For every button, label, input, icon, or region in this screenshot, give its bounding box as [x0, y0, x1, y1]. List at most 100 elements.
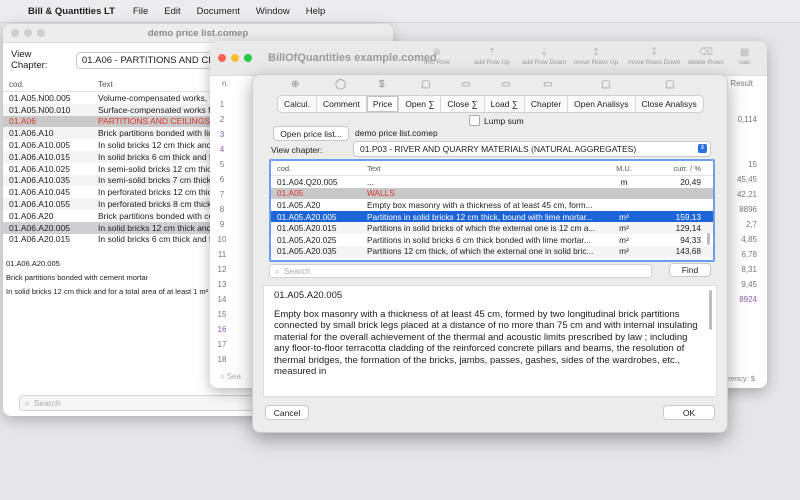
move-rows-down-label: move Rows Down	[628, 59, 681, 66]
row-text: Partitions in solid bricks 12 cm thick, …	[367, 211, 593, 222]
open-price-list-button[interactable]: Open price list...	[273, 126, 349, 141]
find-button[interactable]: Find	[669, 263, 711, 277]
row-code: 01.A05.A20	[277, 199, 321, 210]
zoom-window-button[interactable]	[244, 54, 252, 62]
menu-window[interactable]: Window	[256, 6, 290, 17]
row-number[interactable]: 11	[210, 247, 234, 262]
row-number[interactable]: 6	[210, 172, 234, 187]
row-code: 01.A06.A20.015	[9, 234, 70, 245]
column-code-header[interactable]: cod.	[3, 80, 94, 89]
tab-calcul[interactable]: Calcul.	[278, 96, 317, 112]
tab-close-analysis[interactable]: Close Analisys	[636, 96, 703, 112]
column-result-header: Result	[730, 79, 753, 88]
move-rows-up-button[interactable]: ↥ move Rows Up	[574, 47, 618, 66]
delete-rows-button[interactable]: ⌫ delete Rows	[688, 47, 724, 66]
bill-titlebar: BillOfQuantities example.comed ⊕ Info Row…	[210, 41, 767, 76]
menu-help[interactable]: Help	[306, 6, 326, 17]
load-sum-icon: ▭	[501, 79, 511, 90]
table-row[interactable]: 01.A05.A20.025 Partitions in solid bricks…	[271, 234, 713, 246]
info-row-button[interactable]: ⊕ Info Row	[424, 47, 450, 66]
row-number[interactable]: 15	[210, 307, 234, 322]
bill-search-placeholder: Sea	[226, 372, 241, 381]
row-code: 01.A05	[277, 188, 304, 199]
ok-button[interactable]: OK	[663, 405, 715, 420]
row-number[interactable]: 7	[210, 187, 234, 202]
row-price: 20,49	[680, 176, 701, 187]
add-row-up-icon: ⇡	[487, 47, 497, 58]
row-code: 01.A06.A20.005	[9, 222, 70, 233]
info-icon: ⊕	[432, 47, 442, 58]
row-number[interactable]: 3	[210, 127, 234, 142]
row-number[interactable]: 1	[210, 97, 234, 112]
minimize-window-button[interactable]	[231, 54, 239, 62]
menu-app-name[interactable]: Bill & Quantities LT	[28, 6, 115, 17]
row-text: Partitions 12 cm thick, of which the ext…	[367, 246, 594, 257]
cancel-button[interactable]: Cancel	[265, 405, 309, 420]
row-number[interactable]: 17	[210, 337, 234, 352]
row-number[interactable]: 10	[210, 232, 234, 247]
row-number[interactable]: 13	[210, 277, 234, 292]
trash-icon: ⌫	[698, 47, 713, 58]
table-row[interactable]: 01.A05.A20.015 Partitions in solid bricks…	[271, 222, 713, 234]
price-search-placeholder: Search	[283, 266, 311, 276]
table-row[interactable]: 01.A04.Q20.005... m 20,49	[271, 176, 713, 188]
tab-price[interactable]: Price	[366, 96, 400, 112]
row-number[interactable]: 12	[210, 262, 234, 277]
row-number[interactable]: 14	[210, 292, 234, 307]
column-text-header[interactable]: Text	[363, 164, 605, 173]
table-row[interactable]: 01.A05.A20.005 Partitions in solid bricks…	[271, 210, 713, 223]
close-window-button[interactable]	[218, 54, 226, 62]
view-chapter-popup[interactable]: 01.P03 - RIVER AND QUARRY MATERIALS (NAT…	[353, 141, 711, 157]
move-up-icon: ↥	[591, 47, 601, 58]
column-curr-header[interactable]: curr. / %	[643, 164, 705, 173]
row-text: ...	[367, 176, 374, 187]
tab-chapter[interactable]: Chapter	[525, 96, 569, 112]
row-numbers: 1 2 3 4 5 6 7 8 9 10 11 12 13 14 15 16 17 18	[210, 97, 234, 367]
tab-open-analysis[interactable]: Open Analisys	[568, 96, 636, 112]
price-description-box[interactable]: 01.A05.A20.005 Empty box masonry with a …	[263, 285, 717, 397]
description-scrollbar[interactable]	[709, 290, 712, 330]
tab-close-sum[interactable]: Close ∑	[441, 96, 485, 112]
menu-edit[interactable]: Edit	[164, 6, 180, 17]
row-number[interactable]: 18	[210, 352, 234, 367]
row-number[interactable]: 8	[210, 202, 234, 217]
row-price: 129,14	[675, 223, 701, 234]
description-code: 01.A05.A20.005	[274, 290, 343, 301]
price-table[interactable]: cod. Text M.U. curr. / % 01.A04.Q20.005.…	[269, 159, 715, 262]
row-number[interactable]: 2	[210, 112, 234, 127]
row-code: 01.A05.A20.025	[277, 234, 337, 245]
tab-load-sum[interactable]: Load ∑	[485, 96, 525, 112]
row-number[interactable]: 5	[210, 157, 234, 172]
checkbox-box[interactable]	[469, 115, 480, 126]
menu-file[interactable]: File	[133, 6, 148, 17]
menu-document[interactable]: Document	[197, 6, 240, 17]
tab-comment[interactable]: Comment	[317, 96, 367, 112]
add-row-down-button[interactable]: ⇣ add Row Down	[522, 47, 566, 66]
move-rows-up-label: move Rows Up	[574, 59, 619, 66]
row-code: 01.A06.A10.005	[9, 140, 70, 151]
table-row[interactable]: 01.A05.A20.035 Partitions 12 cm thick, of…	[271, 245, 713, 258]
move-rows-down-button[interactable]: ↧ move Rows Down	[628, 47, 680, 66]
row-number[interactable]: 16	[210, 322, 234, 337]
add-row-down-label: add Row Down	[522, 59, 567, 66]
row-mu: m²	[619, 223, 629, 234]
tab-open-sum[interactable]: Open ∑	[399, 96, 442, 112]
search-icon: ⌕	[25, 397, 30, 408]
row-code: 01.A05.A20.005	[277, 211, 337, 222]
column-mu-header[interactable]: M.U.	[605, 164, 643, 173]
price-search-field[interactable]: ⌕ Search	[269, 264, 652, 278]
add-row-up-button[interactable]: ⇡ add Row Up	[474, 47, 510, 66]
column-code-header[interactable]: cod.	[271, 164, 363, 173]
view-chapter-label: View Chapter:	[11, 49, 48, 71]
search-icon: ⌕	[275, 265, 280, 276]
close-sum-icon: ▭	[461, 79, 471, 90]
row-number[interactable]: 9	[210, 217, 234, 232]
calc-button[interactable]: ▦ calc	[739, 47, 751, 66]
lump-sum-checkbox[interactable]: Lump sum	[469, 115, 524, 126]
table-scrollbar[interactable]	[707, 233, 710, 245]
table-row[interactable]: 01.A05.A20 Empty box masonry with a thick…	[271, 199, 713, 211]
row-number[interactable]: 4	[210, 142, 234, 157]
table-row[interactable]: 01.A05 WALLS	[271, 187, 713, 200]
bill-search-field[interactable]: ⌕ Sea	[220, 372, 241, 382]
dollar-icon: $	[379, 79, 385, 90]
